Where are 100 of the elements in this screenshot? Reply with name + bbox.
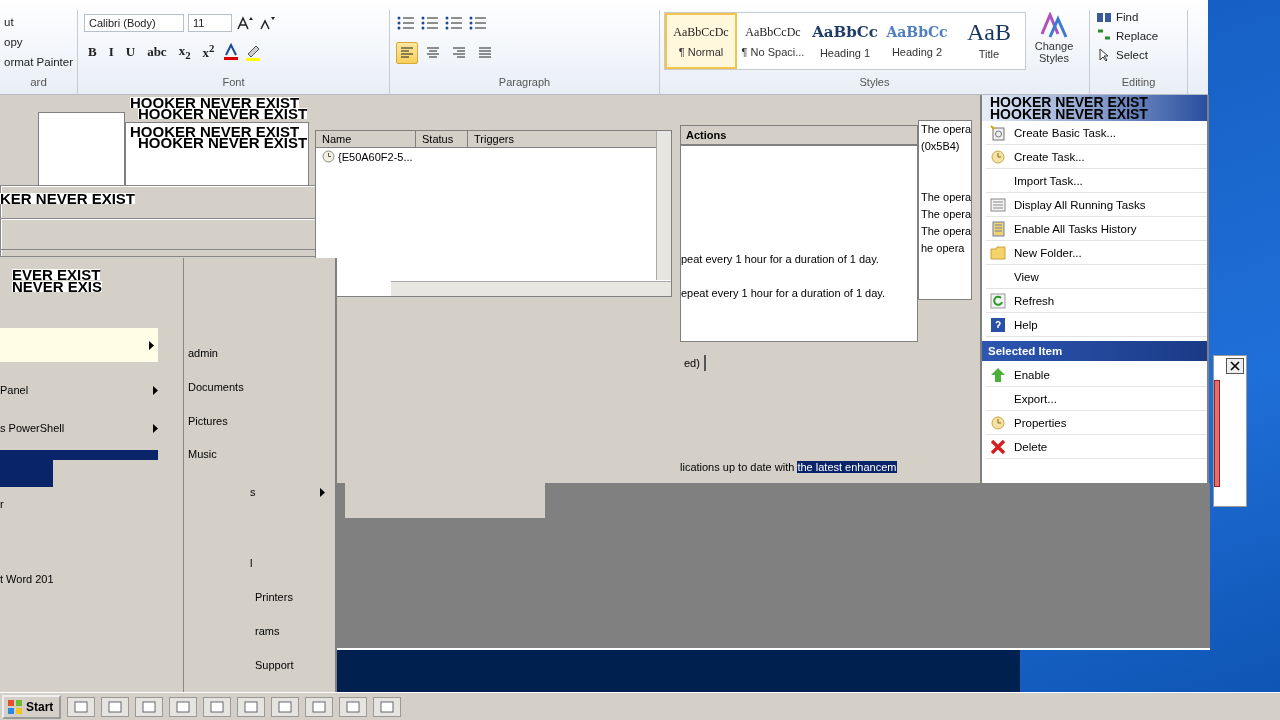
up-arrow-icon — [990, 366, 1006, 383]
font-size-field[interactable]: 11 — [188, 14, 232, 32]
format-button[interactable]: x$^{2}$ — [198, 42, 219, 62]
editing-button[interactable]: Find — [1096, 10, 1181, 24]
group-label: ard — [29, 76, 48, 88]
menu-item[interactable]: s PowerShell — [0, 422, 158, 434]
action-item[interactable]: View — [986, 265, 1207, 289]
style-tile[interactable]: AaBbCcDc ¶ Normal — [665, 13, 737, 69]
action-item[interactable]: New Folder... — [986, 241, 1207, 265]
trigger-text: peat every 1 hour for a duration of 1 day. — [681, 253, 879, 265]
clock-icon — [990, 148, 1006, 165]
format-button[interactable]: x$_{2}$ — [174, 42, 195, 62]
panel-header: Actions — [681, 126, 917, 146]
align-icon — [477, 45, 493, 61]
taskbar-app-icon[interactable] — [237, 696, 266, 717]
clipboard-command[interactable]: ormat Painter — [4, 56, 73, 68]
taskbar-app-icon[interactable] — [339, 696, 368, 717]
action-item[interactable]: Help — [986, 313, 1207, 337]
clipboard-command[interactable]: ut — [4, 16, 73, 28]
menu-item[interactable]: rams — [255, 625, 280, 637]
change-styles-button[interactable]: Change Styles — [1030, 12, 1078, 92]
list-icon[interactable] — [396, 14, 416, 32]
highlight-icon[interactable] — [244, 43, 263, 61]
menu-item[interactable]: Pictures — [188, 415, 228, 427]
list-icon[interactable] — [420, 14, 440, 32]
style-tile[interactable]: AaB Title — [953, 13, 1025, 69]
menu-item[interactable]: l — [250, 557, 253, 569]
vertical-scrollbar[interactable] — [656, 131, 671, 280]
menu-item[interactable]: t Word 201 — [0, 573, 158, 585]
tab[interactable]: ed) — [680, 355, 706, 371]
format-button[interactable]: B — [84, 42, 101, 62]
editing-button[interactable]: Replace — [1096, 29, 1181, 43]
grow-font-icon[interactable] — [236, 15, 254, 31]
menu-item[interactable]: Support — [255, 659, 294, 671]
style-tile[interactable]: AaBbCc Heading 1 — [809, 13, 881, 69]
taskbar-app-icon[interactable] — [203, 696, 232, 717]
action-item[interactable]: Display All Running Tasks — [986, 193, 1207, 217]
group-label: Paragraph — [497, 76, 552, 88]
start-button[interactable]: Start — [2, 694, 62, 719]
style-tile[interactable]: AaBbCc Heading 2 — [881, 13, 953, 69]
clipboard-command[interactable]: opy — [4, 36, 73, 48]
align-icon — [451, 45, 467, 61]
menu-item[interactable]: s — [250, 486, 325, 498]
taskbar-app-icon[interactable] — [101, 696, 130, 717]
action-item[interactable]: Export... — [986, 387, 1207, 411]
group-label: Editing — [1120, 76, 1157, 88]
action-item[interactable]: Enable All Tasks History — [986, 217, 1207, 241]
binoculars-icon — [1096, 10, 1112, 24]
align-icon — [425, 45, 441, 61]
action-item[interactable]: Create Task... — [986, 145, 1207, 169]
format-button[interactable]: U — [121, 42, 140, 62]
group-label: Font — [221, 76, 246, 88]
align-icon — [399, 45, 415, 61]
close-button[interactable] — [1226, 358, 1244, 374]
taskbar-app-icon[interactable] — [305, 696, 334, 717]
task-list-icon — [990, 196, 1006, 213]
align-button[interactable] — [396, 42, 418, 64]
style-tile[interactable]: AaBbCcDc ¶ No Spaci... — [737, 13, 809, 69]
list-icon[interactable] — [444, 14, 464, 32]
format-button[interactable]: I — [104, 42, 118, 62]
selected-text: the latest enhancem — [797, 461, 897, 473]
menu-item[interactable]: admin — [188, 347, 218, 359]
editing-button[interactable]: Select — [1096, 48, 1181, 62]
windows-logo-icon — [7, 698, 23, 715]
section-header: Selected Item — [982, 341, 1207, 361]
history-message: he opera — [921, 242, 965, 254]
delete-icon — [990, 438, 1006, 455]
column-header[interactable]: Status — [416, 131, 468, 148]
font-color-icon[interactable] — [222, 43, 241, 61]
taskbar-app-icon[interactable] — [271, 696, 300, 717]
horizontal-scrollbar[interactable] — [391, 281, 671, 296]
taskbar-app-icon[interactable] — [67, 696, 96, 717]
menu-item[interactable]: Music — [188, 448, 217, 460]
menu-item[interactable]: Documents — [188, 381, 244, 393]
menu-item[interactable]: r — [0, 498, 158, 510]
history-message: (0x5B4) — [921, 140, 960, 152]
taskbar-app-icon[interactable] — [135, 696, 164, 717]
task-row[interactable]: {E50A60F2-5... — [316, 148, 419, 165]
list-icon[interactable] — [468, 14, 488, 32]
action-item[interactable]: Delete — [986, 435, 1207, 459]
action-item[interactable]: Refresh — [986, 289, 1207, 313]
history-message: The opera — [921, 191, 971, 203]
action-item[interactable]: Create Basic Task... — [986, 121, 1207, 145]
task-name: {E50A60F2-5... — [338, 150, 413, 163]
shrink-font-icon[interactable] — [258, 15, 276, 31]
menu-item[interactable]: Panel — [0, 384, 158, 396]
taskbar-app-icon[interactable] — [169, 696, 198, 717]
column-header[interactable]: Name — [316, 131, 416, 148]
action-item[interactable]: Import Task... — [986, 169, 1207, 193]
pane-title: HOOKER NEVER EXIST — [990, 96, 1149, 108]
font-name-field[interactable]: Calibri (Body) — [84, 14, 184, 32]
action-item[interactable]: Enable — [986, 363, 1207, 387]
menu-item[interactable]: Printers — [255, 591, 293, 603]
format-button[interactable]: abc — [143, 42, 171, 62]
taskbar-app-icon[interactable] — [373, 696, 402, 717]
history-message: The opera — [921, 225, 971, 237]
task-wizard-icon — [990, 124, 1006, 141]
action-item[interactable]: Properties — [986, 411, 1207, 435]
book-icon — [990, 220, 1006, 237]
description-text: lications up to date with — [680, 461, 795, 473]
